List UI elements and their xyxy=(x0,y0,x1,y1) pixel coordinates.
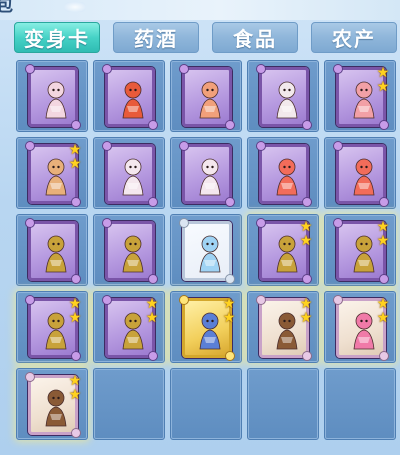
white-dancer-figure-icon xyxy=(199,158,221,196)
inventory-slot[interactable] xyxy=(93,60,165,132)
star-icon: ★ xyxy=(222,310,236,326)
star-icon: ★ xyxy=(299,310,313,326)
inventory-slot[interactable]: ★ ★ xyxy=(16,368,88,440)
red-lion-dancer-card[interactable] xyxy=(103,65,157,129)
inventory-slot-empty[interactable] xyxy=(324,368,396,440)
inventory-slot[interactable] xyxy=(170,137,242,209)
golden-warrior-figure-icon xyxy=(45,235,67,273)
inventory-slot-empty[interactable] xyxy=(247,368,319,440)
red-lion-dancer-figure-icon xyxy=(122,81,144,119)
fox-girl-figure-icon xyxy=(199,81,221,119)
white-cow-card[interactable] xyxy=(257,65,311,129)
white-cow-figure-icon xyxy=(276,81,298,119)
phoenix-card[interactable] xyxy=(334,142,388,206)
ice-dragon-card[interactable] xyxy=(180,219,234,283)
star-rating: ★ ★ xyxy=(375,66,391,94)
rabbit-character-figure-icon xyxy=(45,81,67,119)
tab-food[interactable]: 食品 xyxy=(212,22,298,53)
star-rating: ★ ★ xyxy=(298,297,314,325)
inventory-slot-empty[interactable] xyxy=(93,368,165,440)
star-icon: ★ xyxy=(68,142,82,158)
inventory-slot[interactable] xyxy=(324,137,396,209)
inventory-slot-empty[interactable] xyxy=(170,368,242,440)
inventory-slot[interactable] xyxy=(170,214,242,286)
star-rating: ★ ★ xyxy=(375,297,391,325)
title-ornament-icon xyxy=(64,2,86,12)
white-dancer-card[interactable] xyxy=(180,142,234,206)
star-icon: ★ xyxy=(376,65,390,81)
inventory-slot[interactable]: ★ ★ xyxy=(247,214,319,286)
star-icon: ★ xyxy=(299,296,313,312)
inventory-slot[interactable] xyxy=(247,137,319,209)
star-rating: ★ ★ xyxy=(67,143,83,171)
golden-warrior-figure-icon xyxy=(122,235,144,273)
fox-girl-card[interactable] xyxy=(180,65,234,129)
phoenix-figure-icon xyxy=(353,158,375,196)
star-icon: ★ xyxy=(68,156,82,172)
inventory-slot[interactable]: ★ ★ xyxy=(170,291,242,363)
phoenix-figure-icon xyxy=(276,158,298,196)
inventory-slot[interactable] xyxy=(16,214,88,286)
rabbit-character-card[interactable] xyxy=(26,65,80,129)
inventory-slot[interactable]: ★ ★ xyxy=(324,60,396,132)
star-rating: ★ ★ xyxy=(375,220,391,248)
tab-medicine-wine[interactable]: 药酒 xyxy=(113,22,199,53)
star-icon: ★ xyxy=(68,310,82,326)
star-icon: ★ xyxy=(376,233,390,249)
inventory-slot[interactable] xyxy=(16,60,88,132)
star-icon: ★ xyxy=(299,233,313,249)
phoenix-card[interactable] xyxy=(257,142,311,206)
white-dancer-figure-icon xyxy=(122,158,144,196)
star-icon: ★ xyxy=(68,296,82,312)
tab-transform-cards[interactable]: 变身卡 xyxy=(14,22,100,53)
star-icon: ★ xyxy=(68,373,82,389)
star-icon: ★ xyxy=(299,219,313,235)
star-icon: ★ xyxy=(145,310,159,326)
tab-farm-produce[interactable]: 农产 xyxy=(311,22,397,53)
golden-warrior-card[interactable] xyxy=(26,219,80,283)
white-dancer-card[interactable] xyxy=(103,142,157,206)
panel-title-bar: 包 xyxy=(0,0,400,20)
star-icon: ★ xyxy=(376,79,390,95)
star-rating: ★ ★ xyxy=(67,374,83,402)
panel-title: 包 xyxy=(0,0,14,16)
golden-warrior-card[interactable] xyxy=(103,219,157,283)
inventory-slot[interactable] xyxy=(247,60,319,132)
star-icon: ★ xyxy=(376,296,390,312)
inventory-slot[interactable]: ★ ★ xyxy=(16,137,88,209)
ice-dragon-figure-icon xyxy=(199,235,221,273)
star-icon: ★ xyxy=(376,310,390,326)
star-icon: ★ xyxy=(222,296,236,312)
inventory-slot[interactable] xyxy=(93,214,165,286)
star-icon: ★ xyxy=(68,387,82,403)
inventory-slot[interactable] xyxy=(93,137,165,209)
inventory-slot[interactable] xyxy=(170,60,242,132)
inventory-slot[interactable]: ★ ★ xyxy=(93,291,165,363)
inventory-slot[interactable]: ★ ★ xyxy=(16,291,88,363)
star-rating: ★ ★ xyxy=(221,297,237,325)
star-rating: ★ ★ xyxy=(144,297,160,325)
star-icon: ★ xyxy=(145,296,159,312)
inventory-slot[interactable]: ★ ★ xyxy=(324,214,396,286)
inventory-slot[interactable]: ★ ★ xyxy=(247,291,319,363)
star-icon: ★ xyxy=(376,219,390,235)
inventory-grid: ★ ★ ★ ★ ★ ★ ★ ★ ★ ★ ★ ★ ★ ★ ★ ★ ★ ★ ★ ★ xyxy=(16,60,400,455)
star-rating: ★ ★ xyxy=(298,220,314,248)
star-rating: ★ ★ xyxy=(67,297,83,325)
category-tabs: 变身卡 药酒 食品 农产 xyxy=(0,20,400,56)
inventory-slot[interactable]: ★ ★ xyxy=(324,291,396,363)
